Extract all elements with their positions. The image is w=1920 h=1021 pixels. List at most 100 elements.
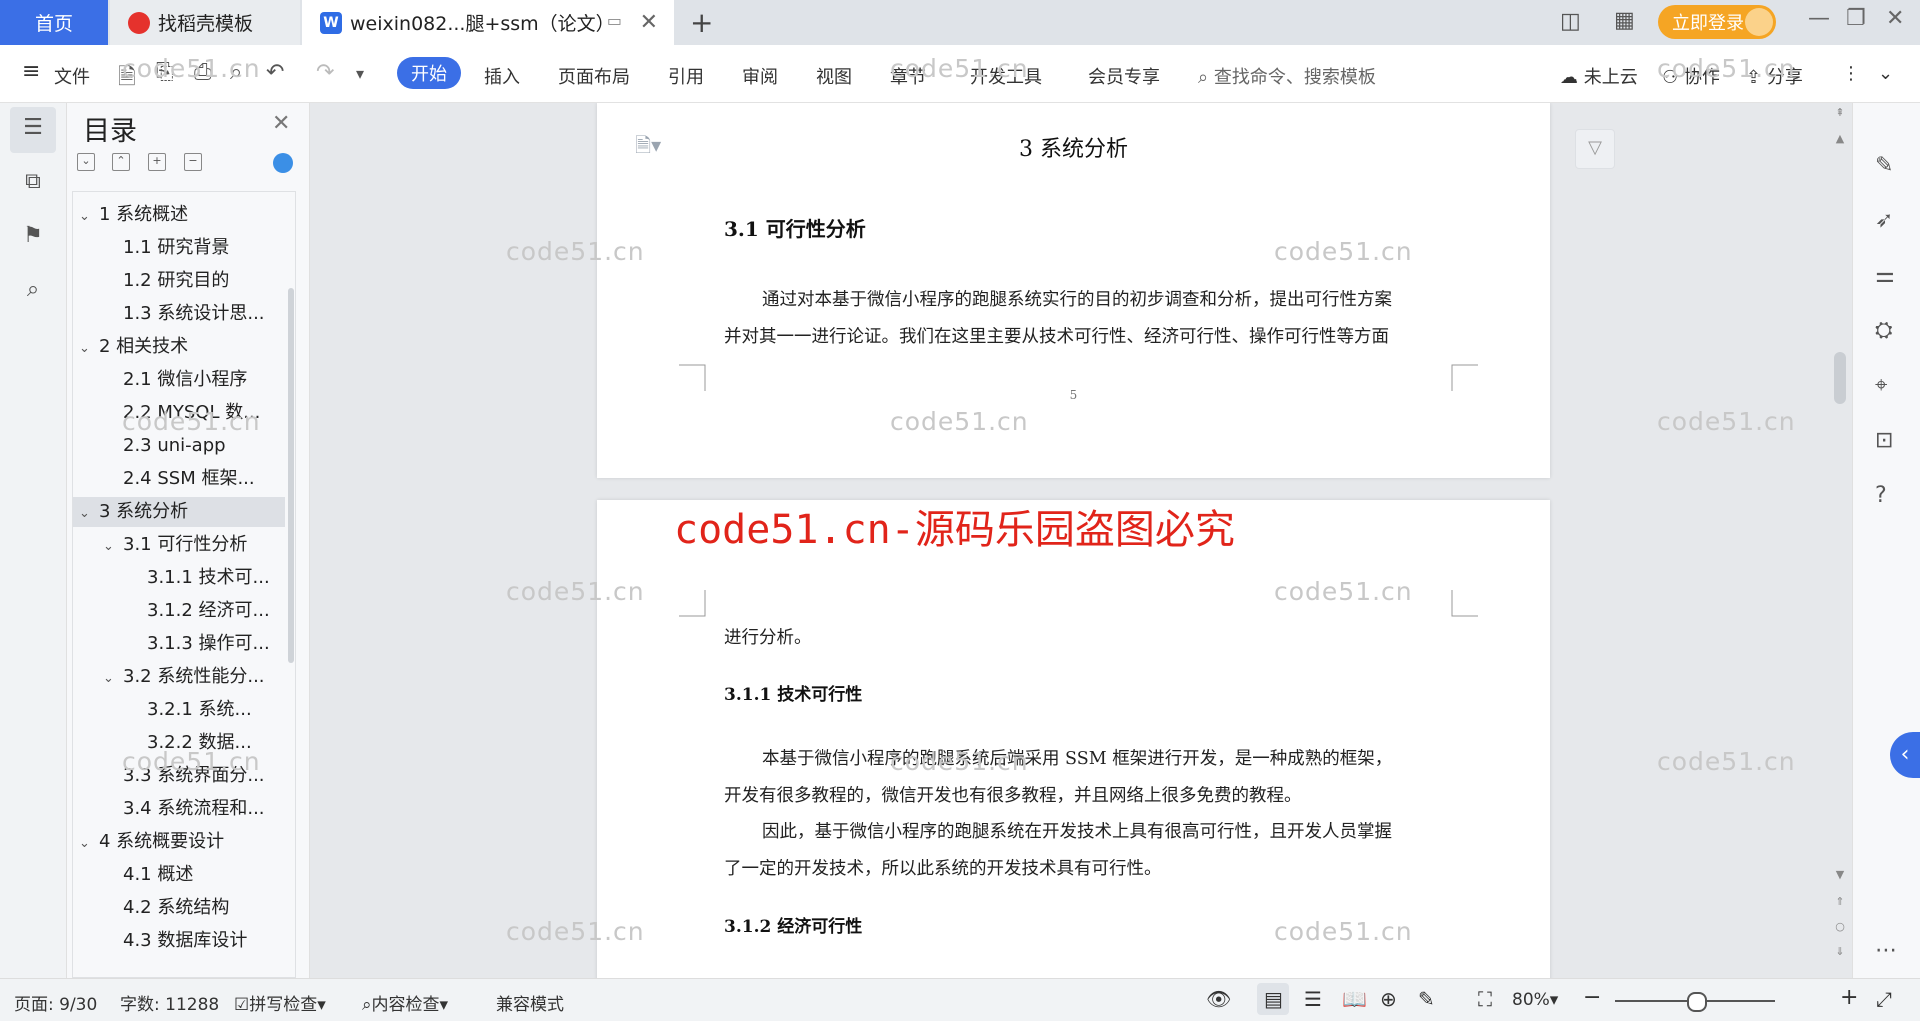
paragraph-line[interactable]: 并对其一一进行论证。我们在这里主要从技术可行性、经济可行性、操作可行性等方面 <box>724 323 1389 348</box>
vertical-scrollbar-thumb[interactable] <box>1834 352 1846 404</box>
fit-page-icon[interactable]: ⛶ <box>1478 987 1492 1011</box>
book-search-icon[interactable]: ⊡ <box>1875 428 1893 453</box>
toc-item[interactable]: 3.4 系统流程和... <box>123 794 265 824</box>
paragraph-line[interactable]: 开发有很多教程的，微信开发也有很多教程，并且网络上很多免费的教程。 <box>724 782 1302 807</box>
zoom-level[interactable]: 80%▾ <box>1512 990 1558 1010</box>
tab-page-layout[interactable]: 页面布局 <box>558 63 630 89</box>
tab-insert[interactable]: 插入 <box>484 63 520 89</box>
toc-item[interactable]: 3.1.3 操作可... <box>147 629 270 659</box>
expand-all-icon[interactable]: ⌄ <box>77 153 95 171</box>
tab-view[interactable]: 视图 <box>816 63 852 89</box>
prev-page-icon[interactable]: ⇑ <box>1832 895 1848 908</box>
collapse-all-icon[interactable]: ⌃ <box>112 153 130 171</box>
pen-icon[interactable]: ✎ <box>1875 153 1893 178</box>
sliders-icon[interactable]: ⚌ <box>1875 263 1895 288</box>
fullscreen-icon[interactable]: ⤢ <box>1876 987 1892 1011</box>
add-heading-icon[interactable]: + <box>148 153 166 171</box>
cursor-icon[interactable]: ➶ <box>1875 208 1893 233</box>
zoom-out-icon[interactable]: − <box>1583 985 1601 1010</box>
web-view-icon[interactable]: ⊕ <box>1380 987 1397 1011</box>
location-icon[interactable]: ⌖ <box>1875 373 1887 398</box>
paragraph-line[interactable]: 本基于微信小程序的跑腿系统后端采用 SSM 框架进行开发，是一种成熟的框架， <box>762 745 1392 770</box>
paragraph-line[interactable]: 进行分析。 <box>724 624 812 649</box>
subsection-heading[interactable]: 3.1.1 技术可行性 <box>724 680 862 705</box>
section-heading[interactable]: 3.1 可行性分析 <box>724 213 866 242</box>
select-browse-icon[interactable]: ○ <box>1832 920 1848 933</box>
toc-item[interactable]: 3.1.1 技术可... <box>147 563 270 593</box>
content-check[interactable]: ⌕内容检查▾ <box>362 990 448 1015</box>
toc-item[interactable]: ⌄ 1 系统概述 <box>79 200 188 230</box>
pin-icon[interactable]: ▭ <box>607 11 622 30</box>
undo-icon[interactable]: ↶ <box>266 60 284 85</box>
zoom-slider-handle[interactable] <box>1687 992 1707 1012</box>
toc-item[interactable]: 1.1 研究背景 <box>123 233 229 263</box>
file-menu[interactable]: 文件 <box>54 63 90 89</box>
paragraph-line[interactable]: 了一定的开发技术，所以此系统的开发技术具有可行性。 <box>724 855 1162 880</box>
tab-document[interactable]: W weixin082...腿+ssm（论文） ▭ ✕ <box>302 0 674 45</box>
tab-start[interactable]: 开始 <box>397 57 461 89</box>
page-view-icon[interactable]: ▤ <box>1264 987 1283 1011</box>
minimize-icon[interactable]: — <box>1808 6 1830 31</box>
apps-grid-icon[interactable]: ▦ <box>1614 8 1635 33</box>
quick-access-dropdown-icon[interactable]: ▾ <box>356 64 364 83</box>
word-count[interactable]: 字数: 11288 <box>120 990 219 1015</box>
shapes-icon[interactable]: ⛭ <box>1875 318 1893 343</box>
toc-item[interactable]: 2.4 SSM 框架... <box>123 464 255 494</box>
tab-references[interactable]: 引用 <box>668 63 704 89</box>
tab-review[interactable]: 审阅 <box>742 63 778 89</box>
more-horizontal-icon[interactable]: ⋯ <box>1875 938 1897 963</box>
toc-item[interactable]: ⌄ 2 相关技术 <box>79 332 188 362</box>
outline-view-icon[interactable]: ☰ <box>1304 987 1322 1011</box>
bookmark-icon[interactable]: ⚑ <box>20 223 46 249</box>
toc-item-selected[interactable]: ⌄ 3 系统分析 <box>73 497 285 527</box>
toc-item[interactable]: 4.2 系统结构 <box>123 893 229 923</box>
collapse-heading-icon[interactable]: ▽ <box>1575 129 1615 169</box>
toc-icon[interactable]: ☰ <box>20 115 46 141</box>
close-tab-icon[interactable]: ✕ <box>640 10 658 35</box>
paragraph-line[interactable]: 因此，基于微信小程序的跑腿系统在开发技术上具有很高可行性，且开发人员掌握 <box>762 818 1392 843</box>
toc-item[interactable]: ⌄ 4 系统概要设计 <box>79 827 224 857</box>
page-indicator[interactable]: 页面: 9/30 <box>14 990 97 1015</box>
cloud-status[interactable]: ☁ 未上云 <box>1560 63 1638 89</box>
toc-scrollbar[interactable] <box>288 288 294 663</box>
new-tab-button[interactable]: + <box>690 6 713 39</box>
chevron-down-icon[interactable]: ⌄ <box>103 532 123 562</box>
close-icon[interactable]: ✕ <box>272 111 290 136</box>
subsection-heading[interactable]: 3.1.2 经济可行性 <box>724 912 862 937</box>
scroll-up-icon[interactable]: ▲ <box>1832 132 1848 145</box>
toc-item[interactable]: 4.1 概述 <box>123 860 193 890</box>
toc-item[interactable]: ⌄ 3.2 系统性能分... <box>103 662 265 692</box>
chevron-down-icon[interactable]: ⌄ <box>79 829 99 859</box>
redo-icon[interactable]: ↷ <box>316 60 334 85</box>
remove-heading-icon[interactable]: − <box>184 153 202 171</box>
layout-icon[interactable]: ◫ <box>1560 9 1581 34</box>
help-icon[interactable]: ? <box>1875 483 1887 508</box>
write-mode-icon[interactable]: ✎ <box>1418 987 1435 1011</box>
toc-item[interactable]: 2.1 微信小程序 <box>123 365 247 395</box>
spell-check[interactable]: ☑拼写检查▾ <box>234 990 326 1015</box>
toc-item[interactable]: ⌄ 3.1 可行性分析 <box>103 530 247 560</box>
restore-icon[interactable]: ❐ <box>1846 6 1866 31</box>
collapse-ribbon-icon[interactable]: ⌄ <box>1878 63 1893 84</box>
toc-item[interactable]: 4.3 数据库设计 <box>123 926 247 956</box>
hamburger-menu-icon[interactable]: ≡ <box>22 59 40 84</box>
find-icon[interactable]: ⌕ <box>20 277 46 303</box>
toc-item[interactable]: 3.1.2 经济可... <box>147 596 270 626</box>
chevron-down-icon[interactable]: ⌄ <box>79 202 99 232</box>
toc-item[interactable]: 1.3 系统设计思... <box>123 299 265 329</box>
more-icon[interactable]: ⋮ <box>1842 63 1860 84</box>
reading-view-icon[interactable]: 📖 <box>1342 987 1367 1011</box>
zoom-in-icon[interactable]: + <box>1840 985 1858 1010</box>
navigation-pane-icon[interactable]: ⧉ <box>20 169 46 195</box>
paragraph-line[interactable]: 通过对本基于微信小程序的跑腿系统实行的目的初步调查和分析，提出可行性方案 <box>762 286 1392 311</box>
next-page-icon[interactable]: ⇓ <box>1832 945 1848 958</box>
chevron-down-icon[interactable]: ⌄ <box>103 664 123 694</box>
tab-member[interactable]: 会员专享 <box>1088 63 1160 89</box>
chevron-down-icon[interactable]: ⌄ <box>79 499 99 529</box>
chevron-down-icon[interactable]: ⌄ <box>79 334 99 364</box>
close-window-icon[interactable]: ✕ <box>1886 6 1904 31</box>
toc-item[interactable]: 3.2.1 系统... <box>147 695 252 725</box>
toc-item[interactable]: 1.2 研究目的 <box>123 266 229 296</box>
command-search[interactable]: ⌕ 查找命令、搜索模板 <box>1198 63 1376 89</box>
eye-protection-icon[interactable]: 👁 <box>1206 987 1231 1011</box>
